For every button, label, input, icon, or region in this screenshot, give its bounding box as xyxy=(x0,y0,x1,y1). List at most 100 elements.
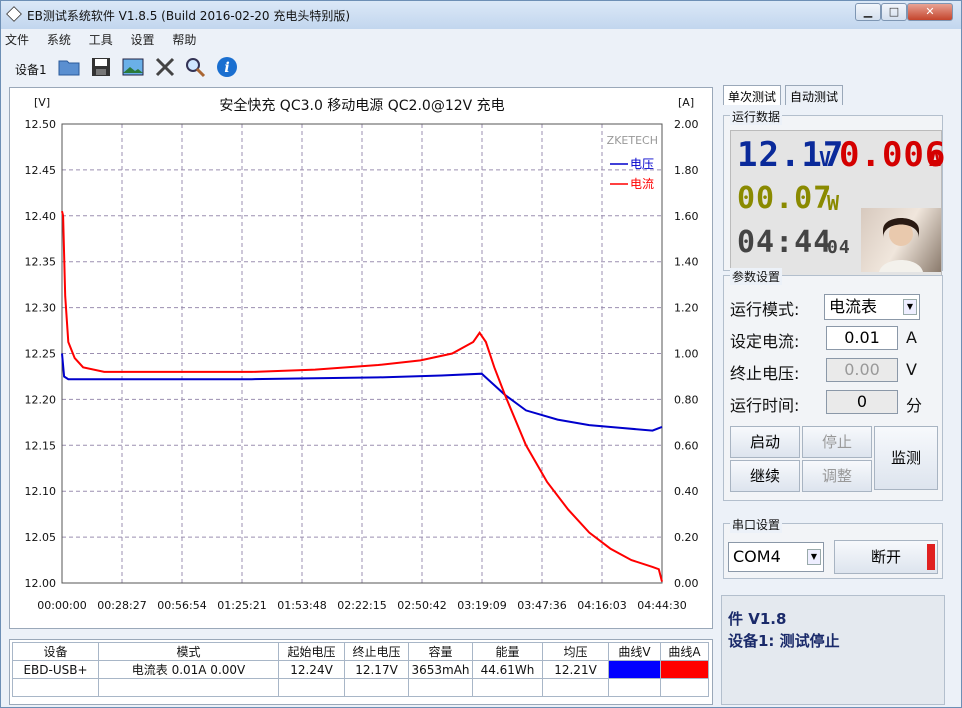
run-data-label: 运行数据 xyxy=(730,108,783,125)
menu-file[interactable]: 文件 xyxy=(5,33,29,47)
tab-auto-test[interactable]: 自动测试 xyxy=(785,85,843,105)
summary-header-row: 设备 模式 起始电压 终止电压 容量 能量 均压 曲线V 曲线A xyxy=(12,642,709,661)
y-tick-right: 1.40 xyxy=(674,256,699,269)
summary-header: 模式 xyxy=(98,642,279,661)
x-tick: 02:50:42 xyxy=(397,599,446,612)
status-panel: 件 V1.8 设备1: 测试停止 xyxy=(721,595,945,705)
x-tick: 03:47:36 xyxy=(517,599,566,612)
disconnect-button[interactable]: 断开 xyxy=(834,540,938,574)
y-tick-left: 12.00 xyxy=(25,577,57,590)
chevron-down-icon[interactable]: ▼ xyxy=(807,549,821,565)
menu-tools[interactable]: 工具 xyxy=(89,33,113,47)
y-tick-left: 12.05 xyxy=(25,531,57,544)
minimize-button[interactable]: ▁ xyxy=(855,3,881,21)
summary-cell-avg-voltage: 12.21V xyxy=(542,660,609,679)
run-time-input[interactable]: 0 xyxy=(826,390,898,414)
mode-label: 运行模式: xyxy=(730,300,800,319)
y-tick-right: 0.20 xyxy=(674,531,699,544)
x-tick: 04:16:03 xyxy=(577,599,626,612)
summary-cell-capacity: 3653mAh xyxy=(408,660,473,679)
y-tick-left: 12.15 xyxy=(25,439,57,452)
app-window: EB测试系统软件 V1.8.5 (Build 2016-02-20 充电头特别版… xyxy=(0,0,962,708)
y-tick-right: 0.60 xyxy=(674,439,699,452)
stop-button[interactable]: 停止 xyxy=(802,426,872,458)
com-port-select[interactable]: COM4 ▼ xyxy=(728,542,824,572)
legend-entry: 电流 xyxy=(630,177,654,191)
params-label: 参数设置 xyxy=(730,268,783,285)
y-axis-label-left: [V] xyxy=(34,96,50,109)
summary-header: 终止电压 xyxy=(344,642,409,661)
legend-entry: 电压 xyxy=(630,157,654,171)
menu-help[interactable]: 帮助 xyxy=(172,33,196,47)
magnifier-icon[interactable] xyxy=(183,55,207,79)
window-title: EB测试系统软件 V1.8.5 (Build 2016-02-20 充电头特别版… xyxy=(27,9,351,23)
summary-header: 曲线V xyxy=(608,642,661,661)
curve-v-swatch[interactable] xyxy=(608,660,661,679)
adjust-button[interactable]: 调整 xyxy=(802,460,872,492)
serial-group: 串口设置 COM4 ▼ 断开 xyxy=(723,516,943,579)
end-voltage-input[interactable]: 0.00 xyxy=(826,358,898,382)
serial-label: 串口设置 xyxy=(730,516,783,533)
status-line-1: 件 V1.8 xyxy=(728,610,787,628)
info-icon[interactable]: i xyxy=(215,55,239,79)
save-icon[interactable] xyxy=(89,55,113,79)
device-tab[interactable]: 设备1 xyxy=(15,61,47,78)
chart-watermark: ZKETECH xyxy=(607,134,658,147)
y-tick-right: 0.00 xyxy=(674,577,699,590)
run-data-group: 运行数据 12.17 V 0.006 A 00.07 W 04:44 04 xyxy=(723,108,945,276)
summary-header: 容量 xyxy=(408,642,473,661)
folder-icon[interactable] xyxy=(57,55,81,79)
app-icon xyxy=(6,6,22,22)
summary-data-row[interactable]: EBD-USB+ 电流表 0.01A 0.00V 12.24V 12.17V 3… xyxy=(12,660,709,679)
summary-header: 设备 xyxy=(12,642,99,661)
continue-button[interactable]: 继续 xyxy=(730,460,800,492)
x-tick: 00:00:00 xyxy=(37,599,86,612)
status-line-2: 设备1: 测试停止 xyxy=(728,632,840,650)
y-tick-left: 12.30 xyxy=(25,302,57,315)
curve-a-swatch[interactable] xyxy=(660,660,709,679)
y-tick-left: 12.50 xyxy=(25,118,57,131)
end-voltage-unit: V xyxy=(906,360,917,379)
monitor-button[interactable]: 监测 xyxy=(874,426,938,490)
right-panel: 单次测试 自动测试 运行数据 12.17 V 0.006 A 00.07 W 0… xyxy=(719,83,959,705)
tools-icon[interactable] xyxy=(153,55,177,79)
chart-svg: 12.50 12.45 12.40 12.35 12.30 12.25 12.20 12.15… xyxy=(25,96,699,612)
lcd-power-unit: W xyxy=(827,191,841,215)
y-tick-left: 12.20 xyxy=(25,393,57,406)
menu-bar: 文件 系统 工具 设置 帮助 xyxy=(5,31,210,49)
chart-panel: 12.50 12.45 12.40 12.35 12.30 12.25 12.20 12.15… xyxy=(9,87,713,629)
lcd-time: 04:44 xyxy=(737,225,833,260)
params-group: 参数设置 运行模式: 电流表 ▼ 设定电流: 0.01 A 终止电压: 0.00… xyxy=(723,268,943,501)
y-tick-left: 12.35 xyxy=(25,256,57,269)
x-tick: 03:19:09 xyxy=(457,599,506,612)
chart-title: 安全快充 QC3.0 移动电源 QC2.0@12V 充电 xyxy=(219,97,504,114)
menu-system[interactable]: 系统 xyxy=(47,33,71,47)
summary-cell-start-voltage: 12.24V xyxy=(278,660,345,679)
summary-header: 能量 xyxy=(472,642,543,661)
disconnect-label: 断开 xyxy=(870,548,901,566)
mode-select-value: 电流表 xyxy=(829,297,878,316)
chevron-down-icon[interactable]: ▼ xyxy=(903,299,917,315)
close-button[interactable]: ✕ xyxy=(907,3,953,21)
summary-header: 曲线A xyxy=(660,642,709,661)
y-tick-left: 12.25 xyxy=(25,348,57,361)
summary-header: 起始电压 xyxy=(278,642,345,661)
set-current-input[interactable]: 0.01 xyxy=(826,326,898,350)
start-button[interactable]: 启动 xyxy=(730,426,800,458)
set-current-label: 设定电流: xyxy=(730,332,800,351)
y-tick-right: 2.00 xyxy=(674,118,699,131)
picture-icon[interactable] xyxy=(121,55,145,79)
maximize-button[interactable]: □ xyxy=(881,3,907,21)
tab-single-test[interactable]: 单次测试 xyxy=(723,85,781,105)
y-tick-right: 1.60 xyxy=(674,210,699,223)
toolbar: 设备1 i xyxy=(5,51,959,83)
summary-empty-row xyxy=(12,678,709,697)
svg-text:i: i xyxy=(224,60,229,76)
y-tick-right: 0.80 xyxy=(674,393,699,406)
menu-settings[interactable]: 设置 xyxy=(131,33,155,47)
summary-panel: 设备 模式 起始电压 终止电压 容量 能量 均压 曲线V 曲线A EBD-USB… xyxy=(9,639,713,705)
run-time-label: 运行时间: xyxy=(730,396,800,415)
mode-select[interactable]: 电流表 ▼ xyxy=(824,294,920,320)
x-tick: 00:56:54 xyxy=(157,599,206,612)
x-tick: 01:53:48 xyxy=(277,599,326,612)
